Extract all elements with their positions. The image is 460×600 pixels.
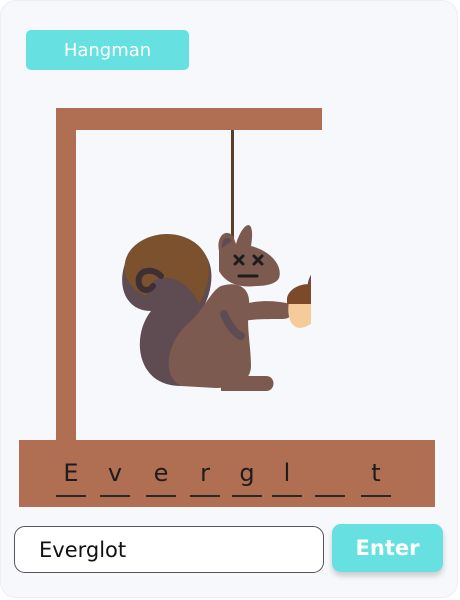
hanged-squirrel-icon: [122, 225, 311, 391]
game-title-badge: Hangman: [26, 30, 189, 70]
letter-slot: E: [56, 457, 86, 497]
letter-slot: g: [232, 457, 262, 497]
guess-input[interactable]: [14, 526, 324, 573]
letter-slot: v: [100, 457, 130, 497]
letter-slot: e: [146, 457, 176, 497]
game-card: Hangman E v e r g l t Everglot Enter: [0, 0, 458, 598]
gallows-post: [56, 108, 76, 448]
letter-slot: t: [361, 457, 391, 497]
acorn-cap: [287, 284, 311, 304]
letter-slot: [315, 457, 345, 497]
acorn-nut: [288, 301, 311, 328]
squirrel-foot: [221, 376, 274, 391]
letter-slot: l: [272, 457, 302, 497]
letter-slot: r: [190, 457, 220, 497]
gallows-beam: [56, 108, 322, 130]
enter-button[interactable]: Enter: [332, 524, 443, 572]
squirrel-arm: [239, 301, 294, 321]
